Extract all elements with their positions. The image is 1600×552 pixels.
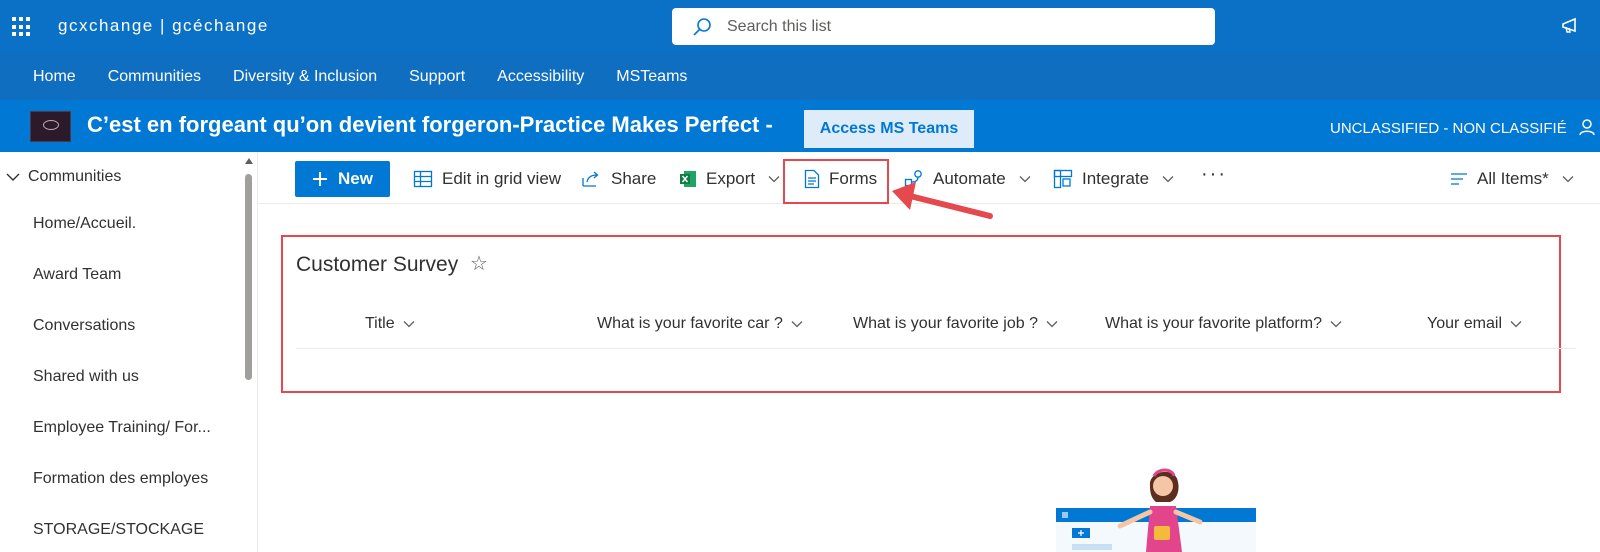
chevron-down-icon xyxy=(791,321,803,328)
classification-label: UNCLASSIFIED - NON CLASSIFIÉ xyxy=(1330,120,1567,137)
view-selector[interactable]: All Items* xyxy=(1450,163,1574,195)
hub-nav-home[interactable]: Home xyxy=(33,68,76,86)
new-button-label: New xyxy=(338,169,373,188)
brand-name[interactable]: gcxchange | gcéchange xyxy=(58,16,269,36)
column-header-job[interactable]: What is your favorite job ? xyxy=(853,315,1058,333)
app-launcher-icon[interactable] xyxy=(12,17,32,37)
column-header-title[interactable]: Title xyxy=(365,315,415,333)
hub-nav-communities[interactable]: Communities xyxy=(108,68,201,86)
search-icon xyxy=(692,17,712,42)
document-icon xyxy=(804,169,820,189)
chevron-down-icon xyxy=(1562,176,1574,183)
column-header-platform[interactable]: What is your favorite platform? xyxy=(1105,315,1342,333)
hub-navigation: Home Communities Diversity & Inclusion S… xyxy=(0,54,1600,100)
nav-item-home[interactable]: Home/Accueil. xyxy=(0,198,240,249)
search-input[interactable]: Search this list xyxy=(727,18,831,36)
chevron-down-icon xyxy=(1162,176,1174,183)
scrollbar[interactable] xyxy=(243,152,253,552)
chevron-down-icon xyxy=(403,321,415,328)
scrollbar-thumb[interactable] xyxy=(245,174,252,380)
site-title[interactable]: C’est en forgeant qu’on devient forgeron… xyxy=(87,112,773,138)
person-icon[interactable] xyxy=(1578,118,1596,141)
left-navigation: Communities Home/Accueil. Award Team Con… xyxy=(0,152,258,552)
column-header-label: Your email xyxy=(1427,315,1503,332)
integrate-label: Integrate xyxy=(1082,169,1150,188)
column-header-label: What is your favorite platform? xyxy=(1105,315,1322,332)
annotation-arrow xyxy=(892,182,993,219)
chevron-down-icon xyxy=(1330,321,1342,328)
suite-bar: gcxchange | gcéchange Search this list xyxy=(0,0,1600,54)
column-header-label: What is your favorite job ? xyxy=(853,315,1038,332)
column-header-email[interactable]: Your email xyxy=(1427,315,1522,333)
hub-nav-msteams[interactable]: MSTeams xyxy=(616,68,687,86)
share-icon xyxy=(582,171,599,187)
nav-item-shared[interactable]: Shared with us xyxy=(0,351,240,402)
share-button[interactable]: Share xyxy=(582,163,656,195)
scroll-up-arrow-icon[interactable] xyxy=(245,158,253,164)
column-header-label: Title xyxy=(365,315,395,332)
nav-item-conversations[interactable]: Conversations xyxy=(0,300,240,351)
grid-icon xyxy=(413,170,433,188)
empty-list-illustration xyxy=(1056,468,1256,552)
star-icon[interactable]: ☆ xyxy=(470,251,488,276)
list-title: Customer Survey xyxy=(296,253,459,276)
forms-label: Forms xyxy=(829,169,878,188)
export-label: Export xyxy=(706,169,756,188)
chevron-down-icon xyxy=(1019,176,1031,183)
megaphone-icon[interactable] xyxy=(1561,17,1581,40)
integrate-button[interactable]: Integrate xyxy=(1053,163,1174,195)
edit-grid-view-label: Edit in grid view xyxy=(442,169,562,188)
nav-item-formation[interactable]: Formation des employes xyxy=(0,453,240,504)
excel-icon xyxy=(680,171,696,187)
list-panel: Customer Survey ☆ Title What is your fav… xyxy=(281,235,1576,393)
more-options-icon[interactable]: ··· xyxy=(1201,163,1227,186)
export-button[interactable]: Export xyxy=(679,163,780,195)
hub-nav-accessibility[interactable]: Accessibility xyxy=(497,68,584,86)
nav-item-award-team[interactable]: Award Team xyxy=(0,249,240,300)
integrate-icon xyxy=(1053,169,1073,189)
hub-nav-diversity[interactable]: Diversity & Inclusion xyxy=(233,68,377,86)
chevron-down-icon xyxy=(1510,321,1522,328)
new-button[interactable]: New xyxy=(295,161,390,197)
search-box[interactable]: Search this list xyxy=(672,8,1215,45)
chevron-down-icon xyxy=(768,176,780,183)
hub-nav-support[interactable]: Support xyxy=(409,68,465,86)
edit-grid-view-button[interactable]: Edit in grid view xyxy=(413,163,561,195)
forms-button[interactable]: Forms xyxy=(804,163,877,195)
column-headers: Title What is your favorite car ? What i… xyxy=(296,303,1576,349)
share-label: Share xyxy=(611,169,657,188)
column-header-car[interactable]: What is your favorite car ? xyxy=(597,315,803,333)
plus-icon xyxy=(313,172,328,186)
nav-item-employee-training[interactable]: Employee Training/ For... xyxy=(0,402,240,453)
column-header-label: What is your favorite car ? xyxy=(597,315,783,332)
nav-item-storage[interactable]: STORAGE/STOCKAGE xyxy=(0,504,240,552)
site-logo[interactable] xyxy=(30,111,71,142)
chevron-down-icon xyxy=(1046,321,1058,328)
access-ms-teams-button[interactable]: Access MS Teams xyxy=(804,110,974,148)
site-header: C’est en forgeant qu’on devient forgeron… xyxy=(0,100,1600,152)
list-lines-icon xyxy=(1451,173,1467,185)
view-label: All Items* xyxy=(1477,169,1549,188)
